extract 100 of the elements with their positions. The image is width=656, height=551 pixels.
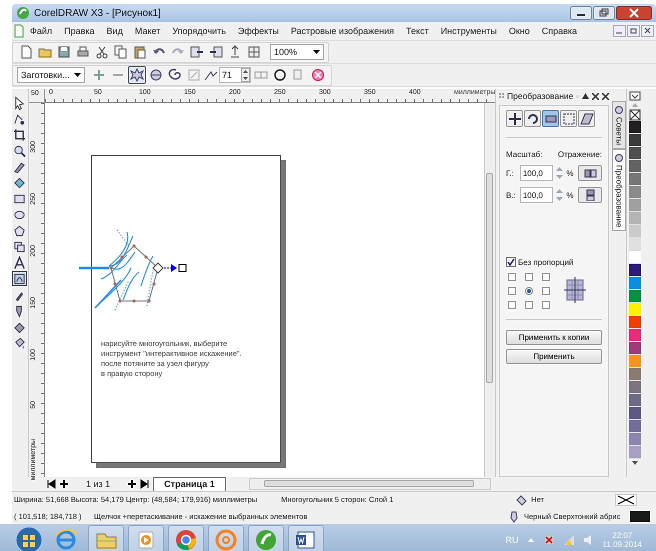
zoom-dropdown[interactable]: 100% [270, 44, 324, 60]
save-icon[interactable] [57, 45, 71, 59]
add-page-icon[interactable] [59, 479, 69, 489]
taskbar-button[interactable] [168, 524, 204, 551]
first-page-icon[interactable] [46, 479, 56, 489]
apply-button[interactable]: Применить к копии [506, 330, 602, 345]
close-icon[interactable] [602, 92, 609, 100]
push-pull-icon[interactable] [130, 68, 144, 82]
color-swatch[interactable] [629, 368, 641, 381]
menu-item[interactable]: Правка [58, 26, 101, 36]
menu-item[interactable]: Макет [128, 26, 166, 36]
scale-field[interactable]: 100,0 [520, 165, 554, 181]
color-swatch[interactable] [629, 329, 641, 342]
anchor-checkbox[interactable] [508, 287, 516, 295]
apply-button[interactable]: Применить [506, 349, 602, 364]
menu-item[interactable]: Файл [24, 26, 58, 36]
twister-icon[interactable] [168, 68, 182, 82]
network-icon[interactable] [542, 534, 555, 546]
color-swatch[interactable] [629, 173, 641, 186]
menu-item[interactable]: Эффекты [232, 26, 285, 36]
menu-item[interactable]: Текст [400, 26, 435, 36]
color-swatch[interactable] [629, 199, 641, 212]
taskbar-button[interactable] [88, 524, 124, 551]
print-icon[interactable] [76, 45, 90, 59]
color-swatch[interactable] [629, 134, 641, 147]
anchor-checkbox[interactable] [542, 301, 550, 309]
color-swatch[interactable] [629, 238, 641, 251]
color-swatch[interactable] [629, 394, 641, 407]
color-swatch[interactable] [629, 407, 641, 420]
circle-icon[interactable] [273, 68, 287, 82]
color-swatch[interactable] [629, 160, 641, 173]
taskbar-button[interactable] [288, 524, 324, 551]
menu-item[interactable]: Справка [536, 26, 584, 36]
scale-field[interactable]: 100,0 [520, 187, 554, 203]
collapse-icon[interactable] [582, 93, 589, 99]
taskbar-button[interactable] [248, 524, 284, 551]
last-page-icon[interactable] [140, 479, 150, 489]
docker-tab[interactable]: Преобразование [612, 148, 626, 232]
close-icon[interactable] [641, 25, 654, 37]
color-swatch[interactable] [629, 212, 641, 225]
color-swatch[interactable] [629, 251, 641, 264]
export-icon[interactable] [209, 45, 223, 59]
palette-menu-icon[interactable] [629, 91, 641, 101]
horizontal-scrollbar[interactable] [248, 478, 491, 490]
anchor-checkbox[interactable] [542, 287, 550, 295]
distortion-icon[interactable] [13, 272, 26, 286]
anchor-checkbox[interactable] [508, 301, 516, 309]
start-button[interactable] [14, 524, 44, 551]
vertical-scrollbar[interactable] [484, 103, 495, 477]
mirror-button[interactable] [578, 187, 602, 203]
shapes-icon[interactable] [13, 240, 26, 254]
menu-item[interactable]: Окно [502, 26, 536, 36]
presets-dropdown[interactable]: Заготовки... [17, 67, 85, 83]
text-icon[interactable] [13, 256, 26, 270]
size-icon[interactable] [562, 112, 576, 126]
color-swatch[interactable] [629, 316, 641, 329]
color-swatch[interactable] [629, 121, 641, 134]
color-swatch[interactable] [629, 225, 641, 238]
add-page-icon[interactable] [127, 479, 138, 489]
zoom-icon[interactable] [13, 144, 26, 158]
close-icon[interactable] [592, 92, 599, 100]
crop-icon[interactable] [13, 128, 26, 142]
color-swatch[interactable] [629, 446, 641, 459]
rotate-icon[interactable] [526, 112, 540, 126]
import-icon[interactable] [190, 45, 204, 59]
anchor-checkbox[interactable] [525, 287, 533, 295]
color-swatch[interactable] [629, 381, 641, 394]
new-document-icon[interactable] [19, 45, 33, 59]
pointer-icon[interactable] [13, 96, 26, 110]
color-swatch[interactable] [629, 147, 641, 160]
position-icon[interactable] [508, 112, 522, 126]
zipper-icon[interactable] [149, 68, 163, 82]
page-tab[interactable]: Страница 1 [153, 477, 226, 491]
menu-item[interactable]: Инструменты [434, 26, 503, 36]
anchor-checkbox[interactable] [508, 273, 516, 281]
minimize-icon[interactable] [570, 6, 592, 20]
anchor-checkbox[interactable] [525, 301, 533, 309]
copy-icon[interactable] [114, 45, 128, 59]
shape-edit-icon[interactable] [13, 112, 26, 126]
polygon-icon[interactable] [13, 224, 26, 238]
menu-item[interactable]: Упорядочить [166, 26, 232, 36]
color-swatch[interactable] [629, 264, 641, 277]
skew-icon[interactable] [580, 112, 594, 126]
color-swatch[interactable] [629, 433, 641, 446]
anchor-checkbox[interactable] [525, 273, 533, 281]
anchor-checkbox[interactable] [542, 273, 550, 281]
restore-icon[interactable] [627, 25, 640, 37]
close-icon[interactable] [616, 6, 652, 20]
grid-icon[interactable] [247, 45, 261, 59]
color-swatch[interactable] [629, 186, 641, 199]
mirror-button[interactable] [578, 165, 602, 181]
spinner-icon[interactable] [241, 68, 250, 82]
color-swatch[interactable] [629, 290, 641, 303]
minimize-icon[interactable] [613, 25, 626, 37]
color-swatch[interactable] [629, 303, 641, 316]
amplitude-field[interactable]: 71 [219, 67, 251, 83]
menu-item[interactable]: Растровые изображения [284, 26, 400, 36]
clear-distortion-icon[interactable] [311, 68, 325, 82]
color-swatch[interactable] [629, 277, 641, 290]
color-swatch[interactable] [629, 420, 641, 433]
